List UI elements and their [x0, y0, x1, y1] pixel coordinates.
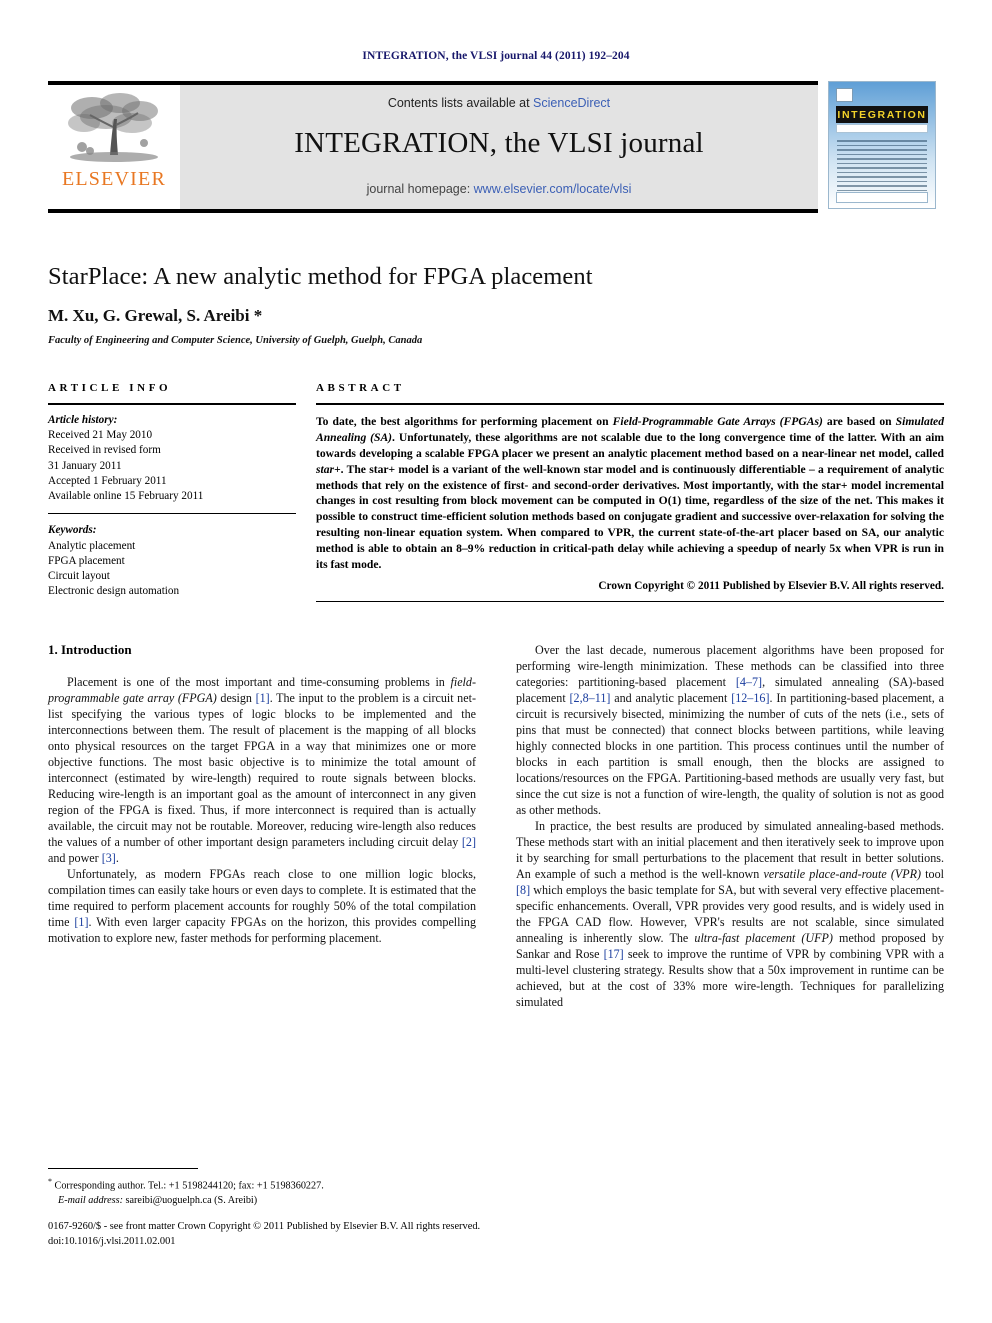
citation-link[interactable]: [2,8–11]: [570, 691, 611, 705]
article-info-column: ARTICLE INFO Article history: Received 2…: [48, 382, 296, 602]
paper-page: INTEGRATION, the VLSI journal 44 (2011) …: [0, 0, 992, 1323]
footnote-block: * Corresponding author. Tel.: +1 5198244…: [48, 1176, 478, 1208]
citation-link[interactable]: [4–7]: [736, 675, 762, 689]
body-run: Placement is one of the most important a…: [67, 674, 451, 689]
info-abstract-row: ARTICLE INFO Article history: Received 2…: [48, 382, 944, 602]
article-history: Article history: Received 21 May 2010 Re…: [48, 413, 296, 504]
abstract-run: To date, the best algorithms for perform…: [316, 415, 613, 428]
cover-subtitle-band: [836, 124, 928, 133]
keywords-label: Keywords:: [48, 524, 97, 537]
history-item: Available online 15 February 2011: [48, 490, 204, 503]
cover-image: INTEGRATION: [828, 81, 936, 209]
abstract-emphasis: Field-Programmable Gate Arrays (FPGAs): [612, 415, 823, 428]
author-list: M. Xu, G. Grewal, S. Areibi *: [48, 306, 263, 325]
page-title: StarPlace: A new analytic method for FPG…: [48, 263, 593, 290]
journal-title: INTEGRATION, the VLSI journal: [294, 127, 704, 159]
journal-homepage-link[interactable]: www.elsevier.com/locate/vlsi: [474, 182, 632, 196]
journal-cover-thumbnail: INTEGRATION: [828, 81, 944, 213]
article-info-heading: ARTICLE INFO: [48, 382, 172, 394]
title-block: StarPlace: A new analytic method for FPG…: [48, 263, 944, 346]
body-run: .: [115, 850, 119, 865]
cover-logo-icon: [836, 88, 853, 102]
keywords-block: Keywords: Analytic placement FPGA placem…: [48, 523, 296, 599]
doi-line[interactable]: doi:10.1016/j.vlsi.2011.02.001: [48, 1235, 668, 1250]
keyword-item: FPGA placement: [48, 554, 125, 567]
footnote-rule: [48, 1168, 198, 1169]
history-item: Received in revised form: [48, 444, 161, 457]
body-text-right: Over the last decade, numerous placement…: [516, 642, 944, 1010]
body-run: . With even larger capacity FPGAs on the…: [48, 914, 476, 945]
sciencedirect-link[interactable]: ScienceDirect: [533, 96, 610, 110]
abstract-run: are based on: [822, 415, 896, 428]
abstract-heading: ABSTRACT: [316, 382, 405, 394]
contents-available-line: Contents lists available at ScienceDirec…: [388, 96, 610, 110]
abstract-rule-top: [316, 403, 944, 405]
body-run: and analytic placement: [610, 690, 732, 705]
email-address[interactable]: sareibi@uoguelph.ca (S. Areibi): [123, 1195, 258, 1206]
body-emphasis: versatile place-and-route (VPR): [763, 866, 922, 881]
journal-masthead: ELSEVIER Contents lists available at Sci…: [48, 81, 944, 213]
citation-link[interactable]: [1]: [256, 691, 270, 705]
keyword-item: Circuit layout: [48, 570, 110, 583]
abstract-column: ABSTRACT To date, the best algorithms fo…: [316, 382, 944, 602]
body-run: design: [216, 690, 256, 705]
homepage-prefix: journal homepage:: [366, 182, 474, 196]
history-item: Received 21 May 2010: [48, 429, 153, 442]
abstract-run: . Unfortunately, these algorithms are no…: [316, 430, 944, 460]
body-emphasis: ultra-fast placement (UFP): [694, 931, 833, 946]
body-column-right: Over the last decade, numerous placement…: [516, 642, 944, 1147]
journal-homepage-line: journal homepage: www.elsevier.com/locat…: [367, 182, 632, 196]
corresponding-author-text: Corresponding author. Tel.: +1 519824412…: [54, 1180, 324, 1192]
citation-link[interactable]: [17]: [604, 947, 624, 961]
citation-link[interactable]: [8]: [516, 883, 530, 897]
article-info-rule-mid: [48, 513, 296, 515]
masthead-center: Contents lists available at ScienceDirec…: [180, 85, 818, 213]
body-columns: 1. Introduction Placement is one of the …: [48, 642, 944, 1147]
contents-prefix: Contents lists available at: [387, 96, 534, 110]
history-item: Accepted 1 February 2011: [48, 474, 167, 487]
footer-block: 0167-9260/$ - see front matter Crown Cop…: [48, 1220, 668, 1250]
body-paragraph: Unfortunately, as modern FPGAs reach clo…: [48, 866, 476, 946]
abstract-text: To date, the best algorithms for perform…: [316, 414, 944, 573]
cover-title-text: INTEGRATION: [837, 108, 927, 121]
affiliation: Faculty of Engineering and Computer Scie…: [48, 335, 423, 346]
masthead-banner: ELSEVIER Contents lists available at Sci…: [48, 81, 818, 213]
article-history-label: Article history:: [48, 414, 118, 426]
body-paragraph: In practice, the best results are produc…: [516, 818, 944, 1010]
cover-title-band: INTEGRATION: [836, 106, 928, 123]
body-run: . In partitioning-based placement, a cir…: [516, 690, 944, 817]
history-item: 31 January 2011: [48, 459, 122, 472]
citation-link[interactable]: [12–16]: [731, 691, 769, 705]
elsevier-logo: ELSEVIER: [48, 85, 180, 213]
email-label: E-mail address:: [58, 1194, 123, 1206]
abstract-copyright: Crown Copyright © 2011 Published by Else…: [598, 579, 944, 592]
citation-link[interactable]: [2]: [462, 835, 476, 849]
cover-barcode: [836, 192, 928, 203]
section-title-introduction: 1. Introduction: [48, 641, 132, 657]
abstract-emphasis: star+: [316, 462, 341, 476]
body-text-left: Placement is one of the most important a…: [48, 674, 476, 946]
body-run: . The input to the problem is a circuit …: [48, 690, 476, 849]
body-paragraph: Placement is one of the most important a…: [48, 674, 476, 866]
abstract-rule-bottom: [316, 600, 944, 602]
citation-link[interactable]: [1]: [74, 915, 88, 929]
issn-copyright-line: 0167-9260/$ - see front matter Crown Cop…: [48, 1221, 481, 1232]
keyword-item: Analytic placement: [48, 539, 136, 552]
body-column-left: 1. Introduction Placement is one of the …: [48, 642, 476, 1147]
email-note: E-mail address: sareibi@uoguelph.ca (S. …: [48, 1194, 478, 1208]
body-run: and power: [48, 850, 102, 865]
citation-link[interactable]: [3]: [102, 851, 116, 865]
body-run: tool: [921, 866, 944, 881]
article-info-rule-top: [48, 403, 296, 405]
running-head: INTEGRATION, the VLSI journal 44 (2011) …: [362, 50, 630, 62]
abstract-run: . The star+ model is a variant of the we…: [316, 462, 944, 571]
body-paragraph: Over the last decade, numerous placement…: [516, 642, 944, 818]
asterisk-icon: *: [48, 1177, 52, 1186]
keyword-item: Electronic design automation: [48, 585, 180, 598]
elsevier-tree-icon: [68, 93, 158, 162]
elsevier-wordmark: ELSEVIER: [61, 168, 167, 190]
corresponding-author-note: * Corresponding author. Tel.: +1 5198244…: [48, 1176, 478, 1194]
